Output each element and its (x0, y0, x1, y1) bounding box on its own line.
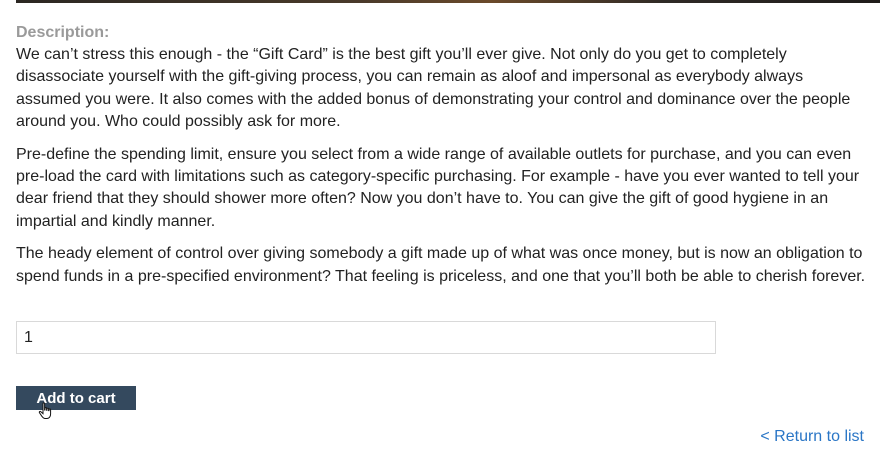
description-label: Description: (16, 24, 110, 41)
description-section: Description: We can’t stress this enough… (16, 22, 866, 298)
return-to-list-link[interactable]: < Return to list (760, 427, 864, 447)
quantity-input[interactable] (16, 321, 716, 354)
add-to-cart-button[interactable]: Add to cart (16, 386, 136, 410)
hand-pointer-icon (38, 402, 52, 419)
description-paragraph-2: Pre-define the spending limit, ensure yo… (16, 145, 860, 230)
description-paragraph-1: We can’t stress this enough - the “Gift … (16, 46, 851, 131)
description-paragraph-3: The heady element of control over giving… (16, 245, 866, 285)
product-image-edge (16, 0, 880, 3)
product-detail-page: Description: We can’t stress this enough… (0, 0, 882, 473)
